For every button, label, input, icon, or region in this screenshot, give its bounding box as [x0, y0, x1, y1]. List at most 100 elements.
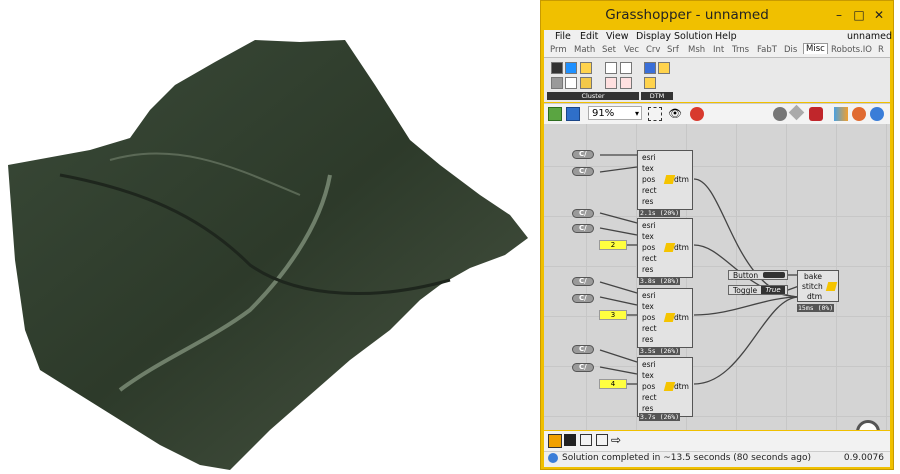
number-slider-knob[interactable]: C/: [572, 167, 594, 176]
sphere-display-icon[interactable]: [870, 107, 884, 121]
fire-icon[interactable]: [548, 434, 562, 448]
number-panel[interactable]: 3: [599, 310, 627, 320]
menu-file[interactable]: File: [555, 31, 571, 42]
panel-icon[interactable]: [596, 434, 608, 446]
number-slider-knob[interactable]: C/: [572, 150, 594, 159]
number-panel[interactable]: 4: [599, 379, 627, 389]
dtm-stitch-icon[interactable]: [658, 62, 670, 74]
maximize-button[interactable]: □: [851, 8, 867, 22]
input-rect[interactable]: rect: [642, 393, 657, 402]
title-bar[interactable]: Grasshopper - unnamed – □ ✕: [541, 1, 893, 31]
button-component[interactable]: Button: [728, 270, 788, 280]
input-res[interactable]: res: [642, 265, 653, 274]
minimize-button[interactable]: –: [831, 8, 847, 22]
color-preview-icon[interactable]: [834, 107, 848, 121]
menu-display[interactable]: Display: [636, 31, 671, 42]
zoom-select[interactable]: 91% ▾: [588, 106, 642, 120]
input-pos[interactable]: pos: [642, 175, 655, 184]
sketch-icon[interactable]: [690, 107, 704, 121]
shaded-preview-icon[interactable]: [809, 107, 823, 121]
esri-dtm-component[interactable]: esri tex pos rect res dtm: [637, 357, 693, 417]
input-rect[interactable]: rect: [642, 186, 657, 195]
save-file-icon[interactable]: [566, 107, 580, 121]
number-slider-knob[interactable]: C/: [572, 209, 594, 218]
tab-set[interactable]: Set: [602, 45, 616, 55]
material-icon[interactable]: [852, 107, 866, 121]
esri-dtm-component[interactable]: esri tex pos rect res dtm: [637, 150, 693, 210]
number-slider-knob[interactable]: C/: [572, 224, 594, 233]
input-pos[interactable]: pos: [642, 243, 655, 252]
grasshopper-canvas[interactable]: C/ C/ esri tex pos rect res dtm 2.1s (20…: [544, 124, 890, 430]
number-panel[interactable]: 2: [599, 240, 627, 250]
list-icon[interactable]: [580, 434, 592, 446]
output-dtm[interactable]: dtm: [674, 243, 689, 252]
input-tex[interactable]: tex: [642, 232, 654, 241]
button-face[interactable]: [763, 272, 785, 278]
tab-trns[interactable]: Trns: [732, 45, 749, 55]
open-file-icon[interactable]: [548, 107, 562, 121]
tab-int[interactable]: Int: [713, 45, 724, 55]
input-esri[interactable]: esri: [642, 360, 656, 369]
output-dtm[interactable]: dtm: [674, 175, 689, 184]
cluster-input-icon[interactable]: [551, 62, 563, 74]
number-slider-knob[interactable]: C/: [572, 294, 594, 303]
cluster-component-icon[interactable]: [565, 62, 577, 74]
input-rect[interactable]: rect: [642, 324, 657, 333]
menu-help[interactable]: Help: [715, 31, 737, 42]
input-res[interactable]: res: [642, 404, 653, 413]
pdf-icon[interactable]: [605, 77, 617, 89]
tab-vec[interactable]: Vec: [624, 45, 639, 55]
input-esri[interactable]: esri: [642, 221, 656, 230]
dtm-bake-component[interactable]: bake stitch dtm: [797, 270, 839, 302]
number-slider-knob[interactable]: C/: [572, 363, 594, 372]
script-icon[interactable]: [620, 62, 632, 74]
tab-math[interactable]: Math: [574, 45, 595, 55]
input-tex[interactable]: tex: [642, 302, 654, 311]
input-rect[interactable]: rect: [642, 254, 657, 263]
input-dtm[interactable]: dtm: [807, 292, 822, 301]
tab-crv[interactable]: Crv: [646, 45, 660, 55]
number-slider-knob[interactable]: C/: [572, 345, 594, 354]
toggle-value[interactable]: True: [761, 286, 785, 294]
export-icon[interactable]: [605, 62, 617, 74]
note-icon[interactable]: [580, 62, 592, 74]
input-tex[interactable]: tex: [642, 371, 654, 380]
preview-eye-icon[interactable]: 👁: [668, 107, 682, 121]
toggle-component[interactable]: Toggle True: [728, 285, 788, 295]
tab-dis[interactable]: Dis: [784, 45, 797, 55]
input-tex[interactable]: tex: [642, 164, 654, 173]
dtm-icon[interactable]: [644, 77, 656, 89]
tab-r[interactable]: R: [878, 45, 884, 55]
tab-robots-io[interactable]: Robots.IO: [831, 45, 872, 55]
tab-fabt[interactable]: FabT: [757, 45, 777, 55]
menu-solution[interactable]: Solution: [674, 31, 713, 42]
input-esri[interactable]: esri: [642, 153, 656, 162]
input-pos[interactable]: pos: [642, 313, 655, 322]
input-res[interactable]: res: [642, 197, 653, 206]
tab-msh[interactable]: Msh: [688, 45, 705, 55]
output-dtm[interactable]: dtm: [674, 382, 689, 391]
input-pos[interactable]: pos: [642, 382, 655, 391]
number-slider-knob[interactable]: C/: [572, 277, 594, 286]
output-dtm[interactable]: dtm: [674, 313, 689, 322]
tab-prm[interactable]: Prm: [550, 45, 567, 55]
input-res[interactable]: res: [642, 335, 653, 344]
zoom-extents-icon[interactable]: [648, 107, 662, 121]
input-bake[interactable]: bake: [804, 272, 822, 281]
pdf-export-icon[interactable]: [620, 77, 632, 89]
wireframe-preview-icon[interactable]: [788, 104, 805, 121]
bake-preview-icon[interactable]: [773, 107, 787, 121]
tab-srf[interactable]: Srf: [667, 45, 679, 55]
close-button[interactable]: ✕: [871, 8, 887, 22]
dropdown-icon[interactable]: [551, 77, 563, 89]
input-esri[interactable]: esri: [642, 291, 656, 300]
menu-view[interactable]: View: [606, 31, 629, 42]
dtm-esri-icon[interactable]: [644, 62, 656, 74]
esri-dtm-component[interactable]: esri tex pos rect res dtm: [637, 288, 693, 348]
folder-icon[interactable]: [580, 77, 592, 89]
tab-misc[interactable]: Misc: [803, 43, 828, 54]
black-square-icon[interactable]: [564, 434, 576, 446]
arrow-right-icon[interactable]: ⇨: [611, 433, 621, 447]
menu-edit[interactable]: Edit: [580, 31, 598, 42]
input-stitch[interactable]: stitch: [802, 282, 823, 291]
